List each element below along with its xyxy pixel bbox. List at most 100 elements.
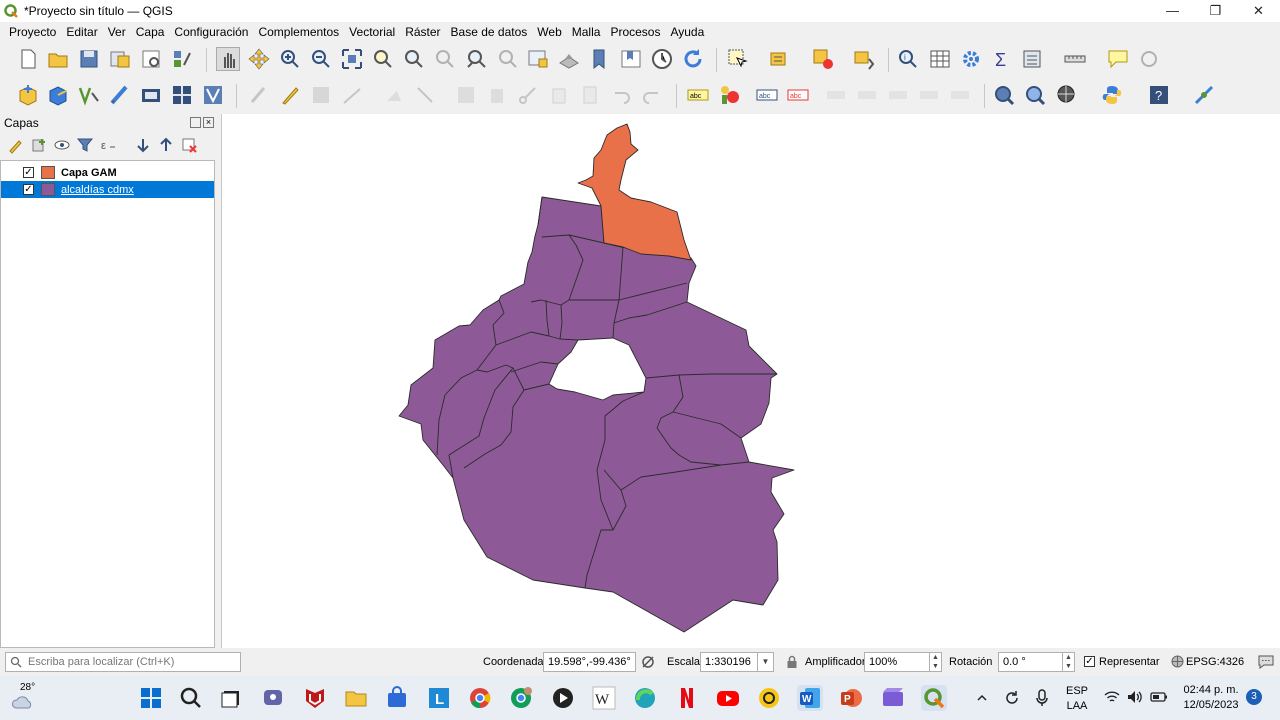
menu-editar[interactable]: Editar	[61, 25, 102, 39]
select-features-icon[interactable]	[726, 47, 750, 71]
new-layer-icon[interactable]	[46, 83, 70, 107]
vertex-tool-icon[interactable]	[382, 83, 406, 107]
add-virtual-layer-icon[interactable]	[201, 83, 225, 107]
zoom-layer-icon[interactable]	[402, 47, 426, 71]
zoom-selection-icon[interactable]	[371, 47, 395, 71]
qgis-taskbar-icon[interactable]	[921, 685, 947, 711]
chevron-down-icon[interactable]: ▼	[757, 653, 773, 671]
remove-layer-icon[interactable]	[180, 136, 198, 154]
weather-widget[interactable]: 28°	[8, 682, 48, 714]
rotation-field[interactable]: 0.0 ° ▲ ▼	[998, 652, 1075, 672]
menu-complementos[interactable]: Complementos	[253, 25, 344, 39]
rotation-spinner[interactable]: ▲ ▼	[1062, 653, 1074, 671]
style-layer-icon[interactable]	[7, 136, 25, 154]
lock-icon[interactable]	[786, 655, 798, 669]
messages-icon[interactable]	[1258, 654, 1274, 669]
layer-item-alcaldias-cdmx[interactable]: ✓ alcaldías cdmx	[1, 181, 214, 198]
identify-features-icon[interactable]: i	[896, 47, 920, 71]
menu-ver[interactable]: Ver	[103, 25, 131, 39]
add-feature-icon[interactable]	[340, 83, 364, 107]
map-tips-icon[interactable]	[1106, 47, 1130, 71]
open-project-icon[interactable]	[46, 47, 70, 71]
panel-float-icon[interactable]	[190, 117, 201, 128]
add-postgis-icon[interactable]	[139, 83, 163, 107]
new-project-icon[interactable]	[16, 47, 40, 71]
coordinate-field[interactable]: 19.598°,-99.436°	[543, 652, 636, 672]
add-group-icon[interactable]	[30, 136, 48, 154]
zoom-full-icon[interactable]	[340, 47, 364, 71]
wifi-icon[interactable]	[1104, 690, 1120, 704]
diagram-options-icon[interactable]	[717, 83, 741, 107]
menu-raster[interactable]: Ráster	[400, 25, 445, 39]
add-wms-icon[interactable]	[170, 83, 194, 107]
metasearch-catalog-icon[interactable]	[1023, 83, 1047, 107]
plugin-tool-icon[interactable]	[1192, 83, 1216, 107]
netflix-icon[interactable]	[674, 685, 700, 711]
magnifier-field[interactable]: 100% ▲ ▼	[864, 652, 942, 672]
style-manager-icon[interactable]	[170, 47, 194, 71]
app-l-icon[interactable]: L	[426, 685, 452, 711]
measure-line-icon[interactable]	[1063, 47, 1087, 71]
help-icon[interactable]: ?	[1147, 83, 1171, 107]
search-taskbar-icon[interactable]	[178, 685, 204, 711]
label-toolbar-icon[interactable]: abc	[686, 83, 710, 107]
show-hide-labels-icon[interactable]	[824, 83, 848, 107]
menu-ayuda[interactable]: Ayuda	[665, 25, 709, 39]
task-view-icon[interactable]	[218, 685, 244, 711]
teams-chat-icon[interactable]	[260, 685, 286, 711]
menu-configuracion[interactable]: Configuración	[169, 25, 253, 39]
mcafee-icon[interactable]	[302, 685, 328, 711]
menu-base-de-datos[interactable]: Base de datos	[446, 25, 533, 39]
statistics-sigma-icon[interactable]: Σ	[990, 47, 1014, 71]
app-circle-icon[interactable]	[756, 685, 782, 711]
render-checkbox[interactable]: ✓	[1084, 656, 1095, 667]
new-bookmark-icon[interactable]	[588, 47, 612, 71]
close-button[interactable]: ✕	[1237, 0, 1280, 22]
notification-badge[interactable]: 3	[1246, 689, 1262, 705]
zoom-out-icon[interactable]	[309, 47, 333, 71]
processing-toolbox-icon[interactable]	[959, 47, 983, 71]
edit-table-icon[interactable]	[454, 83, 478, 107]
wikipedia-icon[interactable]: W	[591, 685, 617, 711]
media-player-icon[interactable]	[550, 685, 576, 711]
highlight-label-icon[interactable]: abc	[755, 83, 779, 107]
battery-icon[interactable]	[1150, 691, 1168, 703]
save-as-icon[interactable]	[108, 47, 132, 71]
pan-to-selection-icon[interactable]	[247, 47, 271, 71]
save-edits-icon[interactable]	[309, 83, 333, 107]
maximize-button[interactable]: ❐	[1194, 0, 1237, 22]
menu-vectorial[interactable]: Vectorial	[344, 25, 400, 39]
deselect-features-icon[interactable]	[811, 47, 835, 71]
open-field-calculator-icon[interactable]	[1021, 47, 1045, 71]
rotate-label-icon[interactable]	[886, 83, 910, 107]
crs-button[interactable]: EPSG:4326	[1186, 656, 1244, 668]
copy-features-icon[interactable]	[547, 83, 571, 107]
select-by-value-icon[interactable]	[768, 47, 792, 71]
cut-features-icon[interactable]	[516, 83, 540, 107]
digitize-edits-icon[interactable]	[247, 83, 271, 107]
undo-icon[interactable]	[609, 83, 633, 107]
toggle-editing-icon[interactable]	[278, 83, 302, 107]
menu-web[interactable]: Web	[532, 25, 566, 39]
microsoft-store-icon[interactable]	[384, 685, 410, 711]
print-layout-icon[interactable]	[139, 47, 163, 71]
clock[interactable]: 02:44 p. m. 12/05/2023	[1176, 684, 1246, 711]
edge-icon[interactable]	[632, 685, 658, 711]
menu-proyecto[interactable]: Proyecto	[4, 25, 61, 39]
globe-plugin-icon[interactable]	[1054, 83, 1078, 107]
volume-icon[interactable]	[1126, 689, 1144, 705]
minimize-button[interactable]: —	[1151, 0, 1194, 22]
filter-legend-icon[interactable]	[76, 136, 94, 154]
pin-label-icon[interactable]: abc	[786, 83, 810, 107]
locator-search-input[interactable]: Escriba para localizar (Ctrl+K)	[5, 652, 241, 672]
file-explorer-icon[interactable]	[343, 685, 369, 711]
select-location-icon[interactable]	[852, 47, 876, 71]
label-properties-icon[interactable]	[948, 83, 972, 107]
powerpoint-icon[interactable]: P	[838, 685, 864, 711]
menu-procesos[interactable]: Procesos	[605, 25, 665, 39]
change-label-icon[interactable]	[917, 83, 941, 107]
menu-capa[interactable]: Capa	[131, 25, 170, 39]
collapse-all-icon[interactable]	[157, 136, 175, 154]
zoom-in-icon[interactable]	[278, 47, 302, 71]
attribute-table-icon[interactable]	[928, 47, 952, 71]
